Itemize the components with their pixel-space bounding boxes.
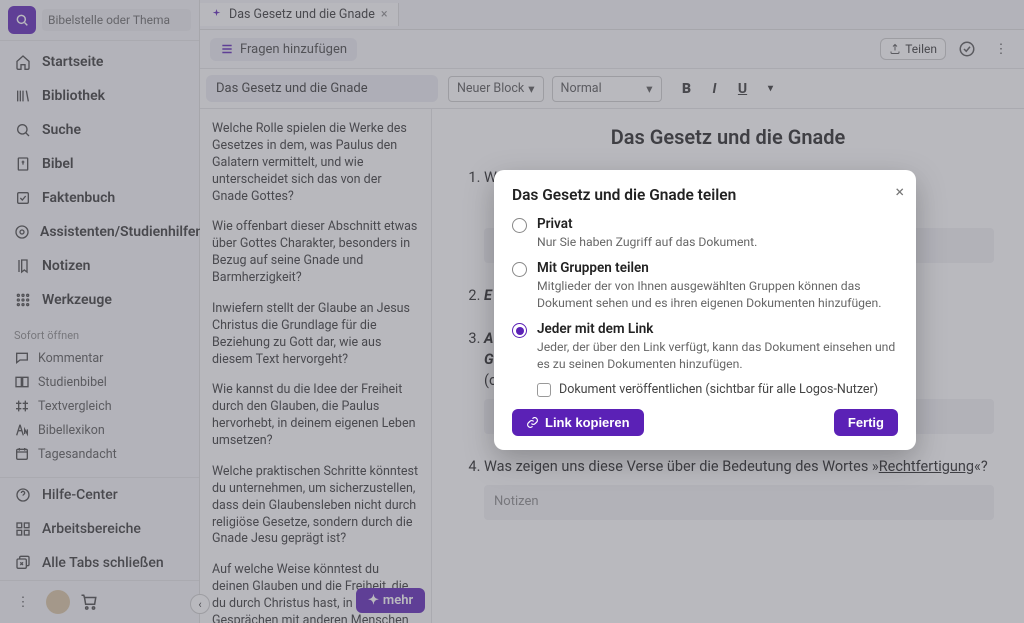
done-label: Fertig	[848, 415, 884, 430]
share-option-2[interactable]: Jeder mit dem Link Jeder, der über den L…	[512, 321, 898, 372]
radio-title: Mit Gruppen teilen	[537, 260, 898, 276]
done-button[interactable]: Fertig	[834, 409, 898, 436]
radio[interactable]	[512, 262, 527, 277]
publish-checkbox-row[interactable]: Dokument veröffentlichen (sichtbar für a…	[537, 382, 898, 397]
radio-desc: Mitglieder der von Ihnen ausgewählten Gr…	[537, 278, 898, 311]
radio[interactable]	[512, 218, 527, 233]
radio-desc: Nur Sie haben Zugriff auf das Dokument.	[537, 234, 757, 250]
publish-label: Dokument veröffentlichen (sichtbar für a…	[559, 382, 878, 397]
copy-link-button[interactable]: Link kopieren	[512, 409, 644, 436]
share-option-1[interactable]: Mit Gruppen teilen Mitglieder der von Ih…	[512, 260, 898, 311]
radio-title: Privat	[537, 216, 757, 232]
copy-link-label: Link kopieren	[545, 415, 630, 430]
share-modal: × Das Gesetz und die Gnade teilen Privat…	[494, 170, 916, 450]
radio[interactable]	[512, 323, 527, 338]
checkbox[interactable]	[537, 383, 551, 397]
close-icon[interactable]: ×	[895, 182, 904, 201]
link-icon	[526, 416, 539, 429]
radio-desc: Jeder, der über den Link verfügt, kann d…	[537, 339, 898, 372]
modal-title: Das Gesetz und die Gnade teilen	[512, 186, 898, 204]
radio-title: Jeder mit dem Link	[537, 321, 898, 337]
share-option-0[interactable]: Privat Nur Sie haben Zugriff auf das Dok…	[512, 216, 898, 250]
